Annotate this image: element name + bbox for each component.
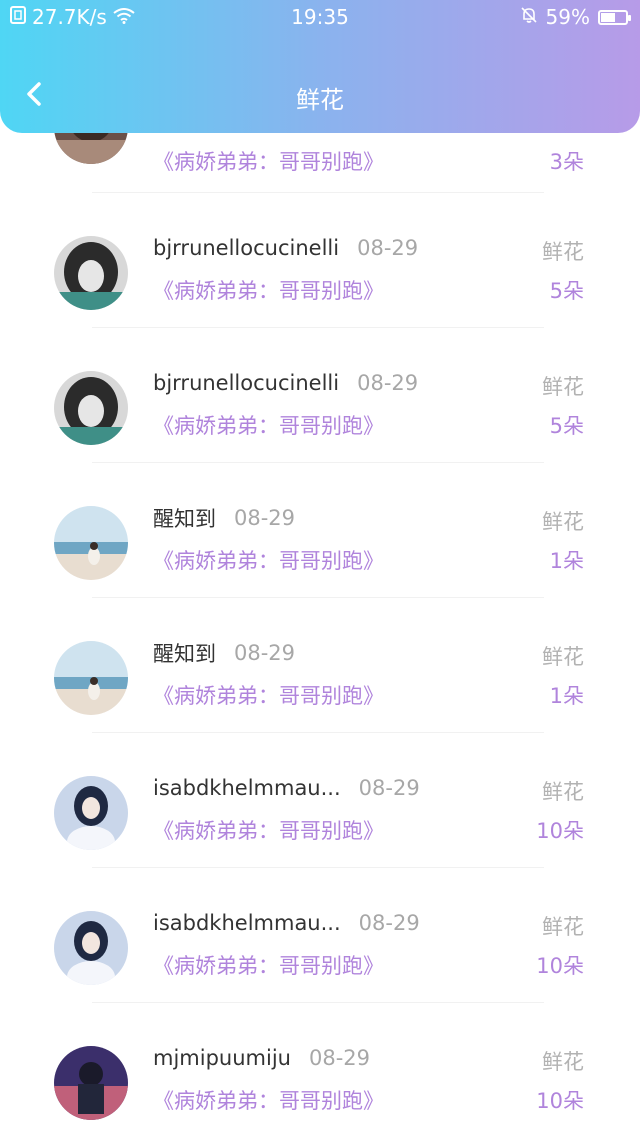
date: 08-29 <box>357 371 419 395</box>
book-title[interactable]: 《病娇弟弟：哥哥别跑》 <box>153 275 384 305</box>
avatar <box>54 1046 128 1120</box>
date: 08-29 <box>357 236 419 260</box>
gift-count: 10朵 <box>536 954 584 978</box>
name-line: bjrrunellocucinelli 08-29 <box>153 368 418 398</box>
book-title[interactable]: 《病娇弟弟：哥哥别跑》 <box>153 950 384 980</box>
book-title[interactable]: 《病娇弟弟：哥哥别跑》 <box>153 146 384 176</box>
gift-count: 1朵 <box>549 549 584 573</box>
user-name[interactable]: mjmipuumiju <box>153 1046 291 1070</box>
name-line: 醒知到 08-29 <box>153 503 295 533</box>
name-line: bjrrunellocucinelli 08-29 <box>153 233 418 263</box>
screen: 27.7K/s 19:35 59% 鲜花 《病娇弟弟：哥哥别跑》 3朵 bjrr… <box>0 0 640 1138</box>
date: 08-29 <box>308 1046 370 1070</box>
list-item[interactable]: isabdkhelmmau... 08-29 鲜花 《病娇弟弟：哥哥别跑》 10… <box>0 733 640 868</box>
battery-percent: 59% <box>545 5 590 29</box>
avatar <box>54 911 128 985</box>
book-title[interactable]: 《病娇弟弟：哥哥别跑》 <box>153 1085 384 1115</box>
book-title[interactable]: 《病娇弟弟：哥哥别跑》 <box>153 545 384 575</box>
user-name[interactable]: 醒知到 <box>153 503 216 533</box>
status-right: 59% <box>520 5 631 29</box>
gift-count: 5朵 <box>549 279 584 303</box>
gift-count: 1朵 <box>549 684 584 708</box>
gift-count: 10朵 <box>536 819 584 843</box>
date: 08-29 <box>358 776 420 800</box>
list-item[interactable]: 醒知到 08-29 鲜花 《病娇弟弟：哥哥别跑》 1朵 <box>0 463 640 598</box>
avatar <box>54 236 128 310</box>
page-title: 鲜花 <box>296 86 344 114</box>
user-name[interactable]: isabdkhelmmau... <box>153 911 341 935</box>
gift-type: 鲜花 <box>542 915 584 939</box>
name-line: 醒知到 08-29 <box>153 638 295 668</box>
book-title[interactable]: 《病娇弟弟：哥哥别跑》 <box>153 680 384 710</box>
gift-list: 《病娇弟弟：哥哥别跑》 3朵 bjrrunellocucinelli 08-29… <box>0 90 640 1138</box>
list-item[interactable]: mjmipuumiju 08-29 鲜花 《病娇弟弟：哥哥别跑》 10朵 <box>0 1003 640 1138</box>
gift-type: 鲜花 <box>542 645 584 669</box>
book-title[interactable]: 《病娇弟弟：哥哥别跑》 <box>153 410 384 440</box>
date: 08-29 <box>358 911 420 935</box>
book-title[interactable]: 《病娇弟弟：哥哥别跑》 <box>153 815 384 845</box>
user-name[interactable]: isabdkhelmmau... <box>153 776 341 800</box>
list-item[interactable]: bjrrunellocucinelli 08-29 鲜花 《病娇弟弟：哥哥别跑》… <box>0 328 640 463</box>
name-line: isabdkhelmmau... 08-29 <box>153 773 420 803</box>
status-bar: 27.7K/s 19:35 59% <box>0 0 640 34</box>
gift-type: 鲜花 <box>542 1050 584 1074</box>
gift-count: 3朵 <box>549 150 584 174</box>
date: 08-29 <box>234 641 296 665</box>
user-name[interactable]: 醒知到 <box>153 638 216 668</box>
user-name[interactable]: bjrrunellocucinelli <box>153 371 339 395</box>
nav-bar: 鲜花 <box>0 60 640 132</box>
gift-type: 鲜花 <box>542 375 584 399</box>
date: 08-29 <box>234 506 296 530</box>
list-item[interactable]: isabdkhelmmau... 08-29 鲜花 《病娇弟弟：哥哥别跑》 10… <box>0 868 640 1003</box>
list-item[interactable]: bjrrunellocucinelli 08-29 鲜花 《病娇弟弟：哥哥别跑》… <box>0 193 640 328</box>
gift-count: 10朵 <box>536 1089 584 1113</box>
gift-count: 5朵 <box>549 414 584 438</box>
header: 27.7K/s 19:35 59% 鲜花 <box>0 0 640 133</box>
avatar <box>54 641 128 715</box>
list-item[interactable]: 醒知到 08-29 鲜花 《病娇弟弟：哥哥别跑》 1朵 <box>0 598 640 733</box>
name-line: isabdkhelmmau... 08-29 <box>153 908 420 938</box>
battery-fill <box>601 12 615 22</box>
mute-bell-icon <box>520 5 538 29</box>
gift-type: 鲜花 <box>542 780 584 804</box>
user-name[interactable]: bjrrunellocucinelli <box>153 236 339 260</box>
avatar <box>54 776 128 850</box>
gift-type: 鲜花 <box>542 240 584 264</box>
battery-icon <box>598 9 631 25</box>
gift-type: 鲜花 <box>542 510 584 534</box>
name-line: mjmipuumiju 08-29 <box>153 1043 370 1073</box>
avatar <box>54 506 128 580</box>
avatar <box>54 371 128 445</box>
